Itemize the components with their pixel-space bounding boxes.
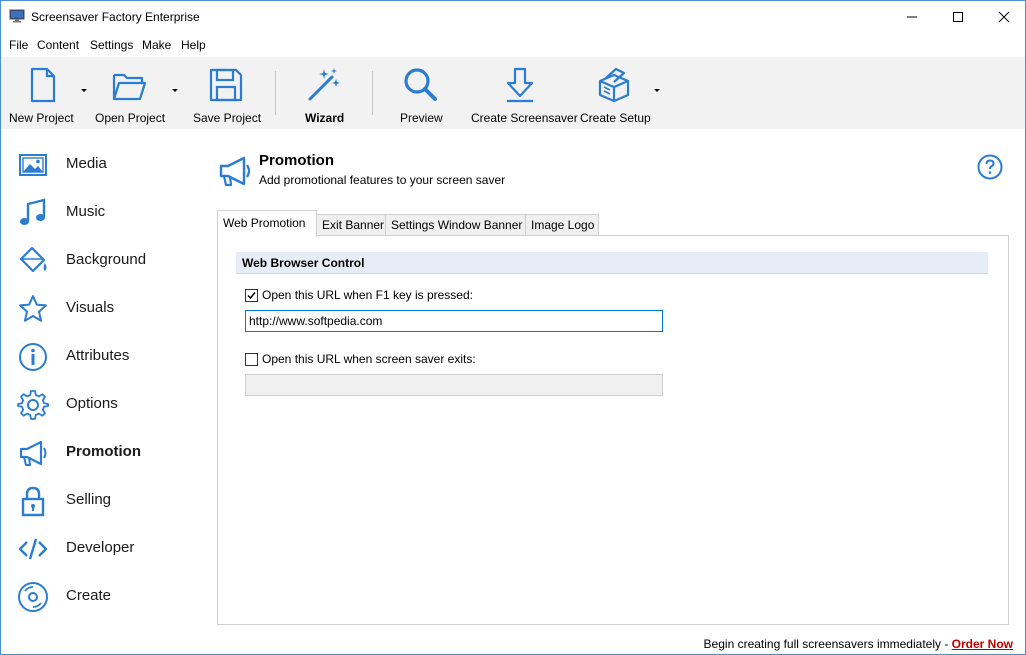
- sidebar-item-developer[interactable]: Developer: [1, 525, 207, 573]
- sidebar-label-options: Options: [66, 395, 118, 412]
- save-project-label: Save Project: [193, 111, 262, 125]
- create-setup-button[interactable]: Create Setup: [578, 57, 651, 129]
- close-button[interactable]: [981, 1, 1025, 32]
- menu-settings[interactable]: Settings: [90, 38, 133, 52]
- close-icon: [998, 11, 1010, 22]
- sidebar-label-attributes: Attributes: [66, 347, 130, 364]
- gear-icon: [17, 390, 49, 420]
- maximize-icon: [953, 11, 963, 22]
- magic-wand-icon: [308, 68, 340, 101]
- lock-icon: [21, 486, 45, 517]
- menu-make[interactable]: Make: [142, 38, 171, 52]
- image-icon: [19, 154, 47, 176]
- sidebar-label-promotion: Promotion: [66, 443, 141, 460]
- minimize-button[interactable]: [889, 1, 935, 32]
- megaphone-icon: [219, 156, 251, 187]
- preview-label: Preview: [400, 111, 443, 125]
- exit-url-input[interactable]: [245, 374, 663, 396]
- disc-icon: [18, 582, 48, 612]
- create-setup-dropdown-icon[interactable]: [654, 89, 660, 92]
- exit-url-checkbox-row[interactable]: Open this URL when screen saver exits:: [245, 352, 476, 366]
- paint-bucket-icon: [19, 246, 47, 273]
- tab-settings-window-banner[interactable]: Settings Window Banner: [385, 214, 526, 236]
- group-header: Web Browser Control: [236, 252, 988, 274]
- sidebar-item-visuals[interactable]: Visuals: [1, 285, 207, 333]
- download-arrow-icon: [506, 67, 534, 103]
- sidebar-label-selling: Selling: [66, 491, 112, 508]
- f1-url-checkbox[interactable]: [245, 288, 258, 302]
- page-title: Promotion: [259, 152, 334, 169]
- sidebar-item-create[interactable]: Create: [1, 573, 207, 621]
- order-now-link[interactable]: Order Now: [952, 637, 1013, 651]
- open-project-label: Open Project: [95, 111, 166, 125]
- sidebar-item-music[interactable]: Music: [1, 189, 207, 237]
- sidebar-item-media[interactable]: Media: [1, 141, 207, 189]
- minimize-icon: [907, 16, 917, 17]
- sidebar-item-selling[interactable]: Selling: [1, 477, 207, 525]
- sidebar-label-developer: Developer: [66, 539, 135, 556]
- sidebar-label-media: Media: [66, 155, 107, 172]
- info-icon: [19, 343, 47, 371]
- sidebar-label-music: Music: [66, 203, 106, 220]
- menu-content[interactable]: Content: [37, 38, 79, 52]
- megaphone-icon: [19, 440, 47, 466]
- wizard-label: Wizard: [305, 111, 345, 125]
- menu-file[interactable]: File: [9, 38, 28, 52]
- app-window: Screensaver Factory Enterprise File Cont…: [0, 0, 1026, 655]
- sidebar-item-promotion[interactable]: Promotion: [1, 429, 207, 477]
- status-footer: Begin creating full screensavers immedia…: [1, 631, 1025, 654]
- create-screensaver-button[interactable]: Create Screensaver: [469, 57, 578, 129]
- web-promotion-panel: Web Browser Control Open this URL when F…: [217, 235, 1009, 625]
- sidebar-item-background[interactable]: Background: [1, 237, 207, 285]
- sidebar-label-create: Create: [66, 587, 112, 604]
- preview-button[interactable]: Preview: [391, 57, 449, 129]
- tab-web-promotion[interactable]: Web Promotion: [217, 210, 317, 237]
- help-icon[interactable]: [977, 154, 1003, 180]
- toolbar: New Project Open Project Save Project Wi…: [1, 57, 1025, 129]
- toolbar-separator: [275, 71, 276, 115]
- create-screensaver-label: Create Screensaver: [471, 111, 578, 125]
- menu-help[interactable]: Help: [181, 38, 206, 52]
- checkmark-icon: [247, 291, 256, 299]
- title-bar: Screensaver Factory Enterprise: [1, 1, 1025, 32]
- exit-url-checkbox[interactable]: [245, 352, 258, 366]
- wizard-button[interactable]: Wizard: [297, 57, 351, 129]
- open-project-dropdown-icon[interactable]: [172, 89, 178, 92]
- save-project-button[interactable]: Save Project: [189, 57, 265, 129]
- new-project-dropdown-icon[interactable]: [81, 89, 87, 92]
- star-icon: [19, 295, 47, 322]
- window-title: Screensaver Factory Enterprise: [31, 10, 200, 24]
- new-file-icon: [30, 67, 56, 103]
- create-setup-label: Create Setup: [580, 111, 651, 125]
- exit-url-checkbox-label: Open this URL when screen saver exits:: [262, 352, 476, 366]
- open-folder-icon: [112, 73, 147, 101]
- sidebar-label-visuals: Visuals: [66, 299, 115, 316]
- save-disk-icon: [209, 68, 243, 102]
- footer-message: Begin creating full screensavers immedia…: [704, 637, 1013, 651]
- code-icon: [18, 538, 48, 560]
- tab-image-logo[interactable]: Image Logo: [525, 214, 599, 236]
- sidebar-item-options[interactable]: Options: [1, 381, 207, 429]
- f1-url-checkbox-row[interactable]: Open this URL when F1 key is pressed:: [245, 288, 473, 302]
- f1-url-checkbox-label: Open this URL when F1 key is pressed:: [262, 288, 473, 302]
- sidebar: Media Music Background Visuals Attribute…: [1, 129, 207, 621]
- toolbar-separator: [372, 71, 373, 115]
- music-note-icon: [20, 198, 46, 225]
- app-monitor-icon: [9, 9, 25, 23]
- footer-text: Begin creating full screensavers immedia…: [703, 637, 952, 651]
- new-project-label: New Project: [9, 111, 74, 125]
- f1-url-input[interactable]: [245, 310, 663, 332]
- menu-bar: File Content Settings Make Help: [1, 32, 1025, 57]
- sidebar-label-background: Background: [66, 251, 147, 268]
- package-box-icon: [598, 67, 630, 103]
- magnifier-icon: [404, 68, 437, 101]
- maximize-button[interactable]: [935, 1, 981, 32]
- sidebar-item-attributes[interactable]: Attributes: [1, 333, 207, 381]
- open-project-button[interactable]: Open Project: [91, 57, 171, 129]
- page-subtitle: Add promotional features to your screen …: [259, 173, 506, 187]
- tab-exit-banner[interactable]: Exit Banner: [316, 214, 386, 236]
- new-project-button[interactable]: New Project: [5, 57, 83, 129]
